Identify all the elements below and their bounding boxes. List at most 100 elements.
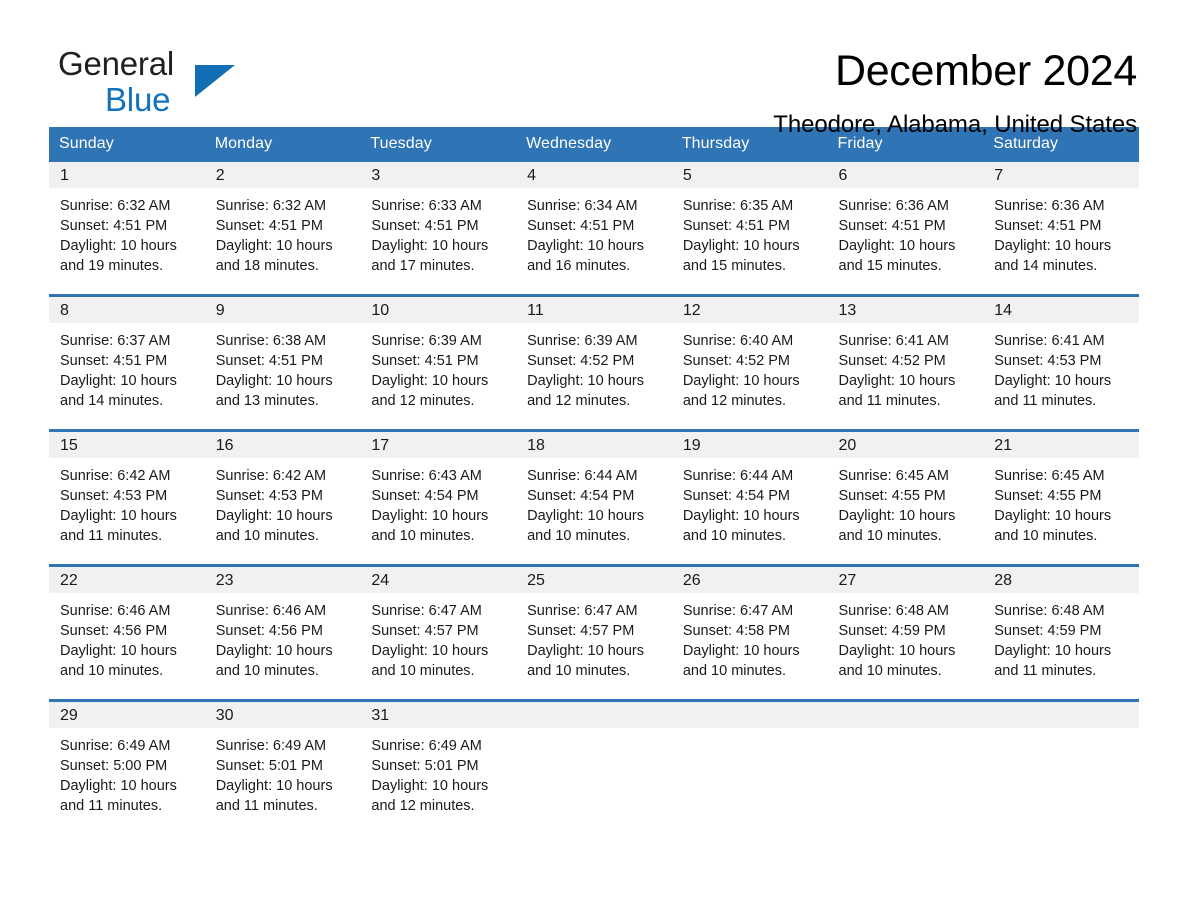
day-cell[interactable]: 20 Sunrise: 6:45 AM Sunset: 4:55 PM Dayligh… bbox=[827, 429, 984, 566]
sunrise-text: Sunrise: 6:39 AM bbox=[527, 333, 638, 349]
day-cell[interactable]: 8 Sunrise: 6:37 AM Sunset: 4:51 PM Daylight… bbox=[49, 294, 205, 431]
day-cell[interactable]: 27 Sunrise: 6:48 AM Sunset: 4:59 PM Dayligh… bbox=[827, 564, 984, 701]
sunset-text: Sunset: 5:01 PM bbox=[215, 758, 323, 774]
day-cell[interactable]: 26 Sunrise: 6:47 AM Sunset: 4:58 PM Dayligh… bbox=[671, 564, 828, 701]
sunset-text: Sunset: 4:59 PM bbox=[994, 623, 1102, 639]
sunrise-text: Sunrise: 6:46 AM bbox=[215, 603, 327, 619]
daylight-text-line1: Daylight: 10 hours bbox=[994, 643, 1112, 659]
day-number: 20 bbox=[827, 432, 984, 458]
day-cell[interactable]: 12 Sunrise: 6:40 AM Sunset: 4:52 PM Dayligh… bbox=[671, 294, 828, 431]
daylight-text-line2: and 15 minutes. bbox=[682, 258, 786, 274]
day-cell[interactable]: 2 Sunrise: 6:32 AM Sunset: 4:51 PM Daylight… bbox=[204, 162, 361, 296]
day-number: 14 bbox=[983, 297, 1139, 323]
daylight-text-line2: and 19 minutes. bbox=[60, 258, 164, 274]
sunset-text: Sunset: 4:54 PM bbox=[527, 488, 635, 504]
day-cell[interactable]: 19 Sunrise: 6:44 AM Sunset: 4:54 PM Dayligh… bbox=[671, 429, 828, 566]
day-cell[interactable]: 23 Sunrise: 6:46 AM Sunset: 4:56 PM Dayligh… bbox=[204, 564, 361, 701]
daylight-text-line1: Daylight: 10 hours bbox=[994, 508, 1112, 524]
sunset-text: Sunset: 4:51 PM bbox=[682, 218, 791, 234]
day-cell[interactable]: 17 Sunrise: 6:43 AM Sunset: 4:54 PM Dayligh… bbox=[360, 429, 517, 566]
daylight-text-line2: and 10 minutes. bbox=[215, 528, 319, 544]
weekday-header-sunday: Sunday bbox=[49, 127, 205, 162]
day-details: Sunrise: 6:42 AM Sunset: 4:53 PM Daylight:… bbox=[49, 458, 205, 546]
day-details: Sunrise: 6:46 AM Sunset: 4:56 PM Daylight:… bbox=[205, 593, 361, 681]
day-cell[interactable]: 11 Sunrise: 6:39 AM Sunset: 4:52 PM Dayligh… bbox=[516, 294, 672, 431]
day-number: 12 bbox=[671, 297, 828, 323]
sunrise-text: Sunrise: 6:47 AM bbox=[527, 603, 638, 619]
day-cell[interactable]: 13 Sunrise: 6:41 AM Sunset: 4:52 PM Dayligh… bbox=[827, 294, 984, 431]
day-cell[interactable]: 16 Sunrise: 6:42 AM Sunset: 4:53 PM Dayligh… bbox=[204, 429, 361, 566]
day-number: 15 bbox=[49, 432, 205, 458]
day-details: Sunrise: 6:47 AM Sunset: 4:57 PM Daylight:… bbox=[516, 593, 672, 681]
day-cell[interactable]: 5 Sunrise: 6:35 AM Sunset: 4:51 PM Daylight… bbox=[671, 162, 828, 296]
day-cell[interactable]: 25 Sunrise: 6:47 AM Sunset: 4:57 PM Dayligh… bbox=[516, 564, 672, 701]
day-cell[interactable]: 28 Sunrise: 6:48 AM Sunset: 4:59 PM Dayligh… bbox=[983, 564, 1139, 701]
calendar-body: 1 Sunrise: 6:32 AM Sunset: 4:51 PM Daylight… bbox=[49, 162, 1139, 834]
day-cell[interactable]: 10 Sunrise: 6:39 AM Sunset: 4:51 PM Dayligh… bbox=[360, 294, 517, 431]
day-number: 2 bbox=[204, 162, 361, 188]
day-cell[interactable]: 22 Sunrise: 6:46 AM Sunset: 4:56 PM Dayligh… bbox=[49, 564, 205, 701]
day-details: Sunrise: 6:45 AM Sunset: 4:55 PM Daylight:… bbox=[828, 458, 984, 546]
sunrise-text: Sunrise: 6:37 AM bbox=[60, 333, 171, 349]
daylight-text-line1: Daylight: 10 hours bbox=[527, 508, 644, 524]
day-details: Sunrise: 6:49 AM Sunset: 5:00 PM Daylight:… bbox=[49, 728, 205, 816]
day-cell[interactable]: 3 Sunrise: 6:33 AM Sunset: 4:51 PM Daylight… bbox=[360, 162, 517, 296]
sunset-text: Sunset: 4:54 PM bbox=[682, 488, 791, 504]
day-details: Sunrise: 6:44 AM Sunset: 4:54 PM Daylight:… bbox=[672, 458, 828, 546]
day-cell-empty bbox=[827, 699, 984, 834]
day-details bbox=[516, 728, 672, 736]
day-details: Sunrise: 6:36 AM Sunset: 4:51 PM Daylight:… bbox=[983, 188, 1139, 276]
day-cell-empty bbox=[671, 699, 828, 834]
weekday-header-monday: Monday bbox=[204, 127, 361, 162]
day-cell[interactable]: 31 Sunrise: 6:49 AM Sunset: 5:01 PM Dayligh… bbox=[360, 699, 517, 834]
sunset-text: Sunset: 4:57 PM bbox=[527, 623, 635, 639]
day-cell[interactable]: 7 Sunrise: 6:36 AM Sunset: 4:51 PM Daylight… bbox=[983, 162, 1139, 296]
day-cell[interactable]: 6 Sunrise: 6:36 AM Sunset: 4:51 PM Daylight… bbox=[827, 162, 984, 296]
sunrise-text: Sunrise: 6:42 AM bbox=[60, 468, 171, 484]
daylight-text-line1: Daylight: 10 hours bbox=[371, 508, 489, 524]
day-cell[interactable]: 30 Sunrise: 6:49 AM Sunset: 5:01 PM Dayligh… bbox=[204, 699, 361, 834]
sunrise-text: Sunrise: 6:38 AM bbox=[215, 333, 327, 349]
day-cell[interactable]: 24 Sunrise: 6:47 AM Sunset: 4:57 PM Dayligh… bbox=[360, 564, 517, 701]
day-cell[interactable]: 15 Sunrise: 6:42 AM Sunset: 4:53 PM Dayligh… bbox=[49, 429, 205, 566]
day-details: Sunrise: 6:44 AM Sunset: 4:54 PM Daylight:… bbox=[516, 458, 672, 546]
sunrise-text: Sunrise: 6:49 AM bbox=[60, 738, 171, 754]
daylight-text-line1: Daylight: 10 hours bbox=[215, 373, 333, 389]
calendar-page: General Blue December 2024 Theodore, Ala… bbox=[0, 0, 1188, 918]
daylight-text-line2: and 11 minutes. bbox=[838, 393, 941, 409]
sunrise-text: Sunrise: 6:35 AM bbox=[682, 198, 794, 214]
logo-text-general: General bbox=[58, 45, 175, 82]
daylight-text-line1: Daylight: 10 hours bbox=[215, 238, 333, 254]
day-number: 8 bbox=[49, 297, 205, 323]
daylight-text-line2: and 10 minutes. bbox=[527, 528, 631, 544]
day-cell[interactable]: 4 Sunrise: 6:34 AM Sunset: 4:51 PM Daylight… bbox=[516, 162, 672, 296]
week-row: 1 Sunrise: 6:32 AM Sunset: 4:51 PM Daylight… bbox=[49, 162, 1139, 296]
day-cell[interactable]: 18 Sunrise: 6:44 AM Sunset: 4:54 PM Dayligh… bbox=[516, 429, 672, 566]
week-row: 22 Sunrise: 6:46 AM Sunset: 4:56 PM Dayligh… bbox=[49, 564, 1139, 701]
sunset-text: Sunset: 4:51 PM bbox=[994, 218, 1102, 234]
day-number: 19 bbox=[671, 432, 828, 458]
sunrise-text: Sunrise: 6:39 AM bbox=[371, 333, 482, 349]
sunrise-text: Sunrise: 6:34 AM bbox=[527, 198, 638, 214]
sunrise-text: Sunrise: 6:32 AM bbox=[60, 198, 171, 214]
sunrise-sunset-calendar: Sunday Monday Tuesday Wednesday Thursday… bbox=[49, 127, 1139, 834]
day-cell[interactable]: 9 Sunrise: 6:38 AM Sunset: 4:51 PM Daylight… bbox=[204, 294, 361, 431]
day-cell[interactable]: 14 Sunrise: 6:41 AM Sunset: 4:53 PM Dayligh… bbox=[983, 294, 1139, 431]
day-number: 4 bbox=[516, 162, 672, 188]
daylight-text-line1: Daylight: 10 hours bbox=[838, 373, 956, 389]
daylight-text-line1: Daylight: 10 hours bbox=[838, 643, 956, 659]
daylight-text-line1: Daylight: 10 hours bbox=[682, 643, 800, 659]
daylight-text-line2: and 10 minutes. bbox=[838, 663, 942, 679]
day-cell[interactable]: 29 Sunrise: 6:49 AM Sunset: 5:00 PM Dayligh… bbox=[49, 699, 205, 834]
weekday-header-wednesday: Wednesday bbox=[516, 127, 672, 162]
daylight-text-line2: and 10 minutes. bbox=[215, 663, 319, 679]
sunset-text: Sunset: 5:01 PM bbox=[371, 758, 479, 774]
day-number: 3 bbox=[360, 162, 517, 188]
daylight-text-line2: and 10 minutes. bbox=[371, 528, 475, 544]
daylight-text-line1: Daylight: 10 hours bbox=[994, 238, 1112, 254]
daylight-text-line1: Daylight: 10 hours bbox=[994, 373, 1112, 389]
day-details: Sunrise: 6:42 AM Sunset: 4:53 PM Daylight:… bbox=[205, 458, 361, 546]
day-cell[interactable]: 1 Sunrise: 6:32 AM Sunset: 4:51 PM Daylight… bbox=[49, 162, 205, 296]
day-cell[interactable]: 21 Sunrise: 6:45 AM Sunset: 4:55 PM Dayligh… bbox=[983, 429, 1139, 566]
day-details bbox=[828, 728, 984, 736]
